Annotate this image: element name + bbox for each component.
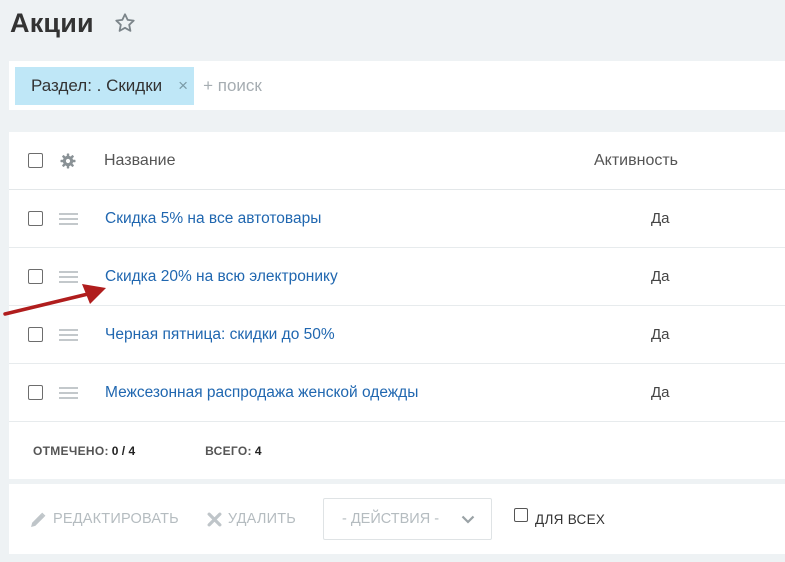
filter-bar: Раздел: . Скидки × + поиск <box>9 61 785 110</box>
selected-count-label: ОТМЕЧЕНО: <box>33 444 109 458</box>
row-checkbox[interactable] <box>28 327 43 342</box>
filter-chip[interactable]: Раздел: . Скидки × <box>15 66 195 105</box>
grid-header: Название Активность <box>9 132 785 190</box>
row-checkbox[interactable] <box>28 385 43 400</box>
for-all-option[interactable]: ДЛЯ ВСЕХ <box>514 508 606 527</box>
row-name-link[interactable]: Межсезонная распродажа женской одежды <box>105 384 418 402</box>
close-icon <box>207 512 222 526</box>
table-row[interactable]: Скидка 5% на все автотовары Да <box>9 190 785 248</box>
row-activity: Да <box>651 210 670 227</box>
for-all-checkbox[interactable] <box>514 508 528 522</box>
drag-handle-icon[interactable] <box>59 328 78 341</box>
table-row[interactable]: Черная пятница: скидки до 50% Да <box>9 306 785 364</box>
edit-button[interactable]: РЕДАКТИРОВАТЬ <box>30 511 179 528</box>
row-activity: Да <box>651 326 670 343</box>
edit-button-label: РЕДАКТИРОВАТЬ <box>53 511 179 527</box>
row-checkbox[interactable] <box>28 211 43 226</box>
selected-count-value: 0 / 4 <box>111 444 136 458</box>
delete-button-label: УДАЛИТЬ <box>227 511 296 527</box>
data-grid: Название Активность Скидка 5% на все авт… <box>9 132 785 479</box>
row-name-link[interactable]: Скидка 5% на все автотовары <box>105 210 321 228</box>
page: Акции Раздел: . Скидки × + поиск Названи… <box>0 0 785 562</box>
search-input[interactable]: + поиск <box>203 76 262 96</box>
page-title: Акции <box>10 7 94 38</box>
grid-footer: ОТМЕЧЕНО: 0 / 4 ВСЕГО: 4 <box>9 422 785 480</box>
pencil-icon <box>31 512 46 527</box>
actions-dropdown[interactable]: - ДЕЙСТВИЯ - <box>323 498 492 540</box>
drag-handle-icon[interactable] <box>59 386 78 399</box>
row-activity: Да <box>651 384 670 401</box>
close-icon[interactable]: × <box>178 77 188 94</box>
column-header-name[interactable]: Название <box>104 152 176 170</box>
title-row: Акции <box>10 6 136 40</box>
table-row[interactable]: Межсезонная распродажа женской одежды Да <box>9 364 785 422</box>
row-activity: Да <box>651 268 670 285</box>
row-name-link[interactable]: Черная пятница: скидки до 50% <box>105 326 335 344</box>
action-bar: РЕДАКТИРОВАТЬ УДАЛИТЬ - ДЕЙСТВИЯ - ДЛЯ В… <box>9 484 785 554</box>
star-icon[interactable] <box>114 12 136 34</box>
gear-icon[interactable] <box>60 153 76 169</box>
actions-dropdown-label: - ДЕЙСТВИЯ - <box>342 511 440 527</box>
column-header-activity[interactable]: Активность <box>594 152 678 170</box>
select-all-checkbox[interactable] <box>28 153 43 168</box>
row-name-link[interactable]: Скидка 20% на всю электронику <box>105 268 338 286</box>
drag-handle-icon[interactable] <box>59 212 78 225</box>
table-row[interactable]: Скидка 20% на всю электронику Да <box>9 248 785 306</box>
chevron-down-icon <box>461 515 475 524</box>
delete-button[interactable]: УДАЛИТЬ <box>207 511 296 527</box>
for-all-label: ДЛЯ ВСЕХ <box>535 511 606 527</box>
annotation-arrow-icon <box>3 284 106 316</box>
total-count-label: ВСЕГО: <box>205 444 252 458</box>
total-count-value: 4 <box>254 444 262 458</box>
filter-chip-label: Раздел: . Скидки <box>31 75 163 95</box>
